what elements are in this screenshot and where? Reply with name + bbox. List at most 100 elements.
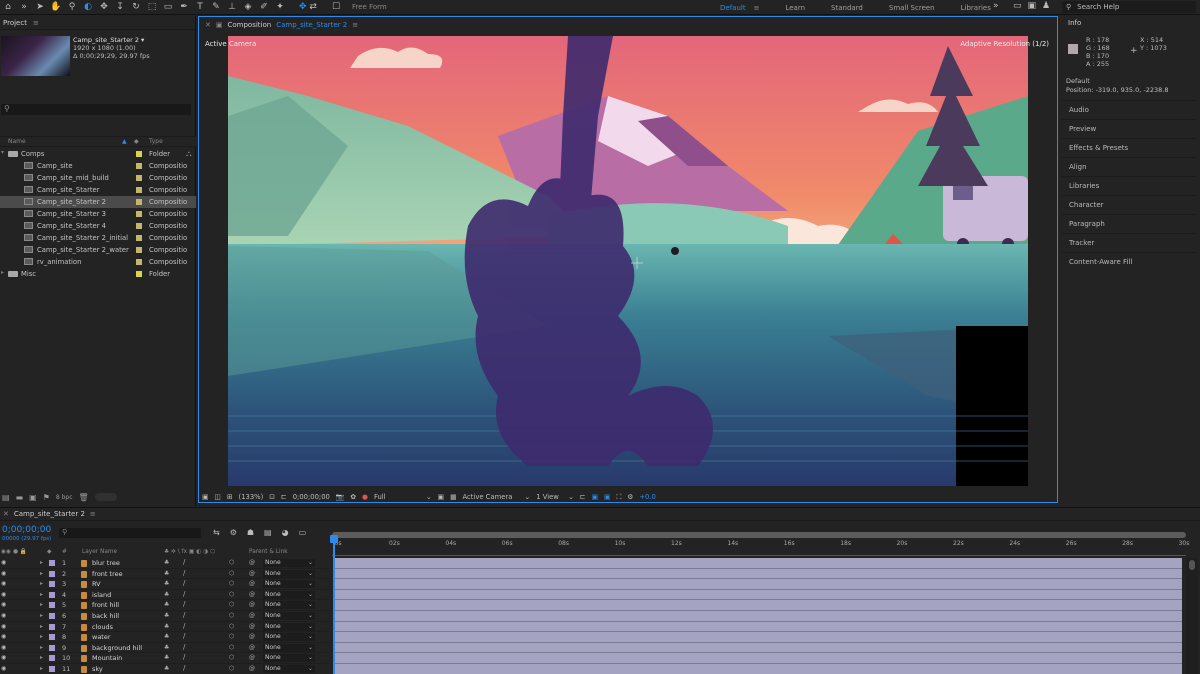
layer-name[interactable]: island bbox=[92, 591, 111, 599]
current-time-indicator[interactable] bbox=[333, 538, 335, 674]
project-item[interactable]: Camp_site Compositio bbox=[0, 160, 196, 172]
project-scrollbar[interactable] bbox=[94, 493, 117, 501]
visibility-eye-icon[interactable]: ◉ bbox=[1, 633, 6, 640]
parent-dropdown[interactable]: None ⌄ bbox=[263, 622, 315, 631]
label-color-swatch[interactable] bbox=[136, 211, 142, 217]
parent-pickwhip-icon[interactable]: @ bbox=[249, 601, 255, 608]
label-color-swatch[interactable] bbox=[49, 560, 55, 566]
quality-switch-icon[interactable]: / bbox=[183, 653, 185, 661]
layer-name[interactable]: front hill bbox=[92, 601, 119, 609]
3d-layer-icon[interactable]: ⬡ bbox=[229, 612, 234, 619]
panel-menu-icon[interactable]: ≡ bbox=[90, 510, 96, 518]
layer-row[interactable]: ◉ ▸ 3 RV ♣ / ⬡ @ None ⌄ bbox=[0, 579, 330, 590]
interpret-footage-icon[interactable]: ▤ bbox=[2, 493, 10, 502]
comp-mini-flowchart-icon[interactable]: ⇆ bbox=[213, 528, 220, 537]
label-color-swatch[interactable] bbox=[49, 612, 55, 619]
view-layout-chevron-icon[interactable]: ⌄ bbox=[568, 493, 574, 501]
3d-layer-icon[interactable]: ⬡ bbox=[229, 654, 234, 661]
parent-pickwhip-icon[interactable]: @ bbox=[249, 612, 255, 619]
panel-split-icon[interactable]: ▣ bbox=[1028, 1, 1037, 11]
quality-switch-icon[interactable]: / bbox=[183, 611, 185, 619]
hand-icon[interactable]: ✋ bbox=[48, 0, 64, 14]
layer-duration-bar[interactable] bbox=[334, 642, 1182, 654]
twirl-arrow-icon[interactable]: ▸ bbox=[40, 580, 43, 587]
flowchart-view-icon[interactable]: ⛶ bbox=[616, 493, 621, 502]
camera-orbit-icon[interactable]: ◐ bbox=[80, 0, 96, 14]
shy-switch-icon[interactable]: ♣ bbox=[164, 591, 169, 598]
workspace-standard[interactable]: Standard bbox=[831, 4, 863, 12]
layer-search-input[interactable]: ⚲ bbox=[59, 528, 201, 538]
layer-name[interactable]: front tree bbox=[92, 570, 123, 578]
home-icon[interactable]: ⌂ bbox=[0, 0, 16, 14]
layer-row[interactable]: ◉ ▸ 11 sky ♣ / ⬡ @ None ⌄ bbox=[0, 664, 330, 674]
project-item[interactable]: Camp_site_Starter 4 Compositio bbox=[0, 220, 196, 232]
project-item[interactable]: Camp_site_mid_build Compositio bbox=[0, 172, 196, 184]
sort-arrow-icon[interactable]: ▲ bbox=[122, 138, 127, 145]
label-color-swatch[interactable] bbox=[49, 581, 55, 588]
twirl-arrow-icon[interactable]: ▸ bbox=[40, 570, 43, 577]
resolution-chevron-icon[interactable]: ⌄ bbox=[426, 493, 432, 501]
shy-switch-icon[interactable]: ♣ bbox=[164, 665, 169, 672]
parent-dropdown[interactable]: None ⌄ bbox=[263, 611, 315, 620]
3d-layer-icon[interactable]: ⬡ bbox=[229, 644, 234, 651]
scroll-thumb[interactable] bbox=[1189, 560, 1195, 570]
twirl-arrow-icon[interactable]: ▾ bbox=[1, 149, 4, 156]
label-color-swatch[interactable] bbox=[49, 655, 55, 662]
parent-pickwhip-icon[interactable]: @ bbox=[249, 591, 255, 598]
region-of-interest-icon[interactable]: ▣ bbox=[438, 493, 444, 501]
bit-depth-label[interactable]: 8 bpc bbox=[56, 494, 73, 501]
3d-layer-icon[interactable]: ⬡ bbox=[229, 665, 234, 672]
parent-pickwhip-icon[interactable]: @ bbox=[249, 623, 255, 630]
transparency-grid-icon[interactable]: ▦ bbox=[450, 493, 456, 501]
panel-character[interactable]: Character bbox=[1062, 195, 1196, 214]
layer-name[interactable]: clouds bbox=[92, 623, 113, 631]
pen-icon[interactable]: ✒ bbox=[176, 0, 192, 14]
visibility-eye-icon[interactable]: ◉ bbox=[1, 644, 6, 651]
close-tab-icon[interactable]: ✕ bbox=[3, 510, 9, 518]
parent-pickwhip-icon[interactable]: @ bbox=[249, 570, 255, 577]
parent-pickwhip-icon[interactable]: @ bbox=[249, 644, 255, 651]
twirl-arrow-icon[interactable]: ▸ bbox=[40, 665, 43, 672]
camera-view-dropdown[interactable]: Active Camera bbox=[463, 493, 519, 501]
timeline-icon[interactable]: ▣ bbox=[604, 493, 610, 501]
visibility-eye-icon[interactable]: ◉ bbox=[1, 665, 6, 672]
color-icon[interactable]: ● bbox=[362, 493, 368, 501]
layer-name[interactable]: background hill bbox=[92, 644, 142, 652]
parent-dropdown[interactable]: None ⌄ bbox=[263, 569, 315, 578]
pin-icon[interactable]: ✦ bbox=[272, 0, 288, 14]
layer-name[interactable]: Mountain bbox=[92, 654, 122, 662]
label-color-swatch[interactable] bbox=[49, 570, 55, 577]
layer-row[interactable]: ◉ ▸ 10 Mountain ♣ / ⬡ @ None ⌄ bbox=[0, 653, 330, 664]
parent-dropdown[interactable]: None ⌄ bbox=[263, 601, 315, 610]
label-color-swatch[interactable] bbox=[136, 199, 142, 205]
eraser-icon[interactable]: ◈ bbox=[240, 0, 256, 14]
frame-blending-icon[interactable]: ▤ bbox=[264, 528, 272, 537]
layer-row[interactable]: ◉ ▸ 7 clouds ♣ / ⬡ @ None ⌄ bbox=[0, 622, 330, 633]
column-layer-name[interactable]: Layer Name bbox=[82, 549, 117, 555]
workspace-libraries[interactable]: Libraries bbox=[961, 4, 991, 12]
layer-name[interactable]: back hill bbox=[92, 612, 119, 620]
label-color-swatch[interactable] bbox=[136, 175, 142, 181]
graph-editor-icon[interactable]: ▭ bbox=[299, 528, 307, 537]
rectangle-icon[interactable]: ▭ bbox=[160, 0, 176, 14]
delete-icon[interactable]: 🗑 bbox=[79, 493, 89, 502]
layer-row[interactable]: ◉ ▸ 6 back hill ♣ / ⬡ @ None ⌄ bbox=[0, 611, 330, 622]
info-tab[interactable]: Info bbox=[1062, 16, 1200, 30]
shy-switch-icon[interactable]: ♣ bbox=[164, 654, 169, 661]
resolution-dropdown[interactable]: Full bbox=[374, 493, 420, 501]
label-color-swatch[interactable] bbox=[49, 665, 55, 672]
layer-duration-bar[interactable] bbox=[334, 558, 1182, 569]
label-color-swatch[interactable] bbox=[136, 259, 142, 265]
project-item[interactable]: rv_animation Compositio bbox=[0, 256, 196, 268]
layer-row[interactable]: ◉ ▸ 4 island ♣ / ⬡ @ None ⌄ bbox=[0, 590, 330, 601]
type-icon[interactable]: T bbox=[192, 0, 208, 14]
timecode-label[interactable]: 0;00;00;00 bbox=[293, 493, 330, 501]
layer-row[interactable]: ◉ ▸ 8 water ♣ / ⬡ @ None ⌄ bbox=[0, 632, 330, 643]
view-layout-dropdown[interactable]: 1 View bbox=[536, 493, 562, 501]
column-number[interactable]: # bbox=[62, 549, 67, 555]
visibility-eye-icon[interactable]: ◉ bbox=[1, 601, 6, 608]
select-icon[interactable]: ➤ bbox=[32, 0, 48, 14]
shy-switch-icon[interactable]: ♣ bbox=[164, 633, 169, 640]
label-color-swatch[interactable] bbox=[49, 591, 55, 598]
axis-mode-icon[interactable]: ✥ ⇄ bbox=[288, 0, 328, 14]
